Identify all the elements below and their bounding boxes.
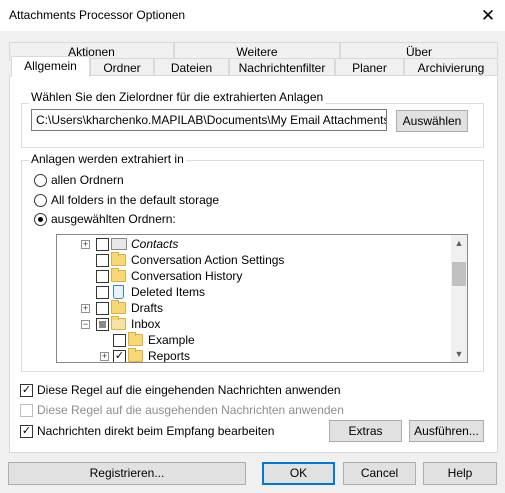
tree-item-label: Conversation History	[131, 269, 243, 283]
tree-checkbox[interactable]	[113, 334, 126, 347]
radio-all-folders[interactable]	[34, 174, 47, 187]
run-button[interactable]: Ausführen...	[409, 420, 484, 442]
folder-icon	[111, 252, 126, 266]
radio-default-storage[interactable]	[34, 194, 47, 207]
help-button[interactable]: Help	[423, 462, 497, 485]
radio-default-storage-label[interactable]: All folders in the default storage	[51, 193, 219, 207]
tree-item-label: Drafts	[131, 301, 164, 315]
extract-from-legend: Anlagen werden extrahiert in	[29, 152, 186, 166]
window-title: Attachments Processor Optionen	[9, 8, 186, 22]
contacts-icon	[111, 238, 127, 250]
tree-scrollbar[interactable]: ▲ ▼	[451, 235, 467, 362]
tree-item-inbox[interactable]: − Inbox	[57, 316, 452, 332]
tree-item-label: Reports	[148, 349, 191, 363]
recycle-bin-icon	[113, 285, 124, 299]
folder-tree[interactable]: + Contacts Conversation Action Settings …	[56, 234, 468, 363]
tab-allgemein[interactable]: Allgemein	[11, 56, 90, 77]
tree-item-deleted-items[interactable]: Deleted Items	[57, 284, 452, 300]
folder-icon	[111, 300, 126, 314]
tree-item-label: Conversation Action Settings	[131, 253, 285, 267]
target-folder-path-field[interactable]: C:\Users\kharchenko.MAPILAB\Documents\My…	[31, 109, 387, 131]
tree-item-conversation-action-settings[interactable]: Conversation Action Settings	[57, 252, 452, 268]
tree-item-example[interactable]: Example	[57, 332, 452, 348]
tree-checkbox[interactable]	[96, 270, 109, 283]
inbox-icon	[111, 316, 126, 330]
radio-selected-folders[interactable]	[34, 213, 47, 226]
tree-checkbox[interactable]	[96, 302, 109, 315]
scroll-up-icon[interactable]: ▲	[451, 235, 467, 251]
folder-icon	[111, 268, 126, 282]
scroll-down-icon[interactable]: ▼	[451, 346, 467, 362]
radio-selected-dot	[38, 217, 43, 222]
ok-button[interactable]: OK	[262, 462, 335, 485]
register-button[interactable]: Registrieren...	[8, 462, 246, 485]
close-icon[interactable]: ✕	[472, 2, 504, 29]
outgoing-rule-checkbox	[20, 404, 33, 417]
radio-selected-folders-label[interactable]: ausgewählten Ordnern:	[51, 212, 176, 226]
tree-item-contacts[interactable]: + Contacts	[57, 236, 452, 252]
folder-icon	[128, 348, 143, 362]
folder-icon	[128, 332, 143, 346]
tree-item-reports[interactable]: + ✓ Reports	[57, 348, 452, 363]
incoming-rule-checkbox[interactable]: ✓	[20, 384, 33, 397]
tree-checkbox[interactable]	[96, 286, 109, 299]
target-folder-legend: Wählen Sie den Zielordner für die extrah…	[29, 90, 326, 104]
tree-checkbox-checked[interactable]: ✓	[113, 350, 126, 362]
tree-item-conversation-history[interactable]: Conversation History	[57, 268, 452, 284]
select-folder-button[interactable]: Auswählen	[396, 110, 468, 132]
extras-button[interactable]: Extras	[329, 420, 402, 442]
expand-icon[interactable]: +	[81, 240, 90, 249]
cancel-button[interactable]: Cancel	[343, 462, 416, 485]
outgoing-rule-label: Diese Regel auf die ausgehenden Nachrich…	[37, 403, 344, 417]
tree-checkbox[interactable]	[96, 254, 109, 267]
tree-item-drafts[interactable]: + Drafts	[57, 300, 452, 316]
tree-item-label: Inbox	[131, 317, 161, 331]
radio-all-folders-label[interactable]: allen Ordnern	[51, 173, 124, 187]
scroll-thumb[interactable]	[452, 262, 466, 286]
tree-item-label: Deleted Items	[131, 285, 206, 299]
expand-icon[interactable]: +	[100, 352, 109, 361]
process-on-receive-label[interactable]: Nachrichten direkt beim Empfang bearbeit…	[37, 424, 274, 438]
tree-checkbox-partial[interactable]	[96, 318, 109, 331]
tree-item-label: Contacts	[131, 237, 179, 251]
process-on-receive-checkbox[interactable]: ✓	[20, 425, 33, 438]
tree-item-label: Example	[148, 333, 195, 347]
collapse-icon[interactable]: −	[81, 320, 90, 329]
tree-checkbox[interactable]	[96, 238, 109, 251]
expand-icon[interactable]: +	[81, 304, 90, 313]
incoming-rule-label[interactable]: Diese Regel auf die eingehenden Nachrich…	[37, 383, 341, 397]
